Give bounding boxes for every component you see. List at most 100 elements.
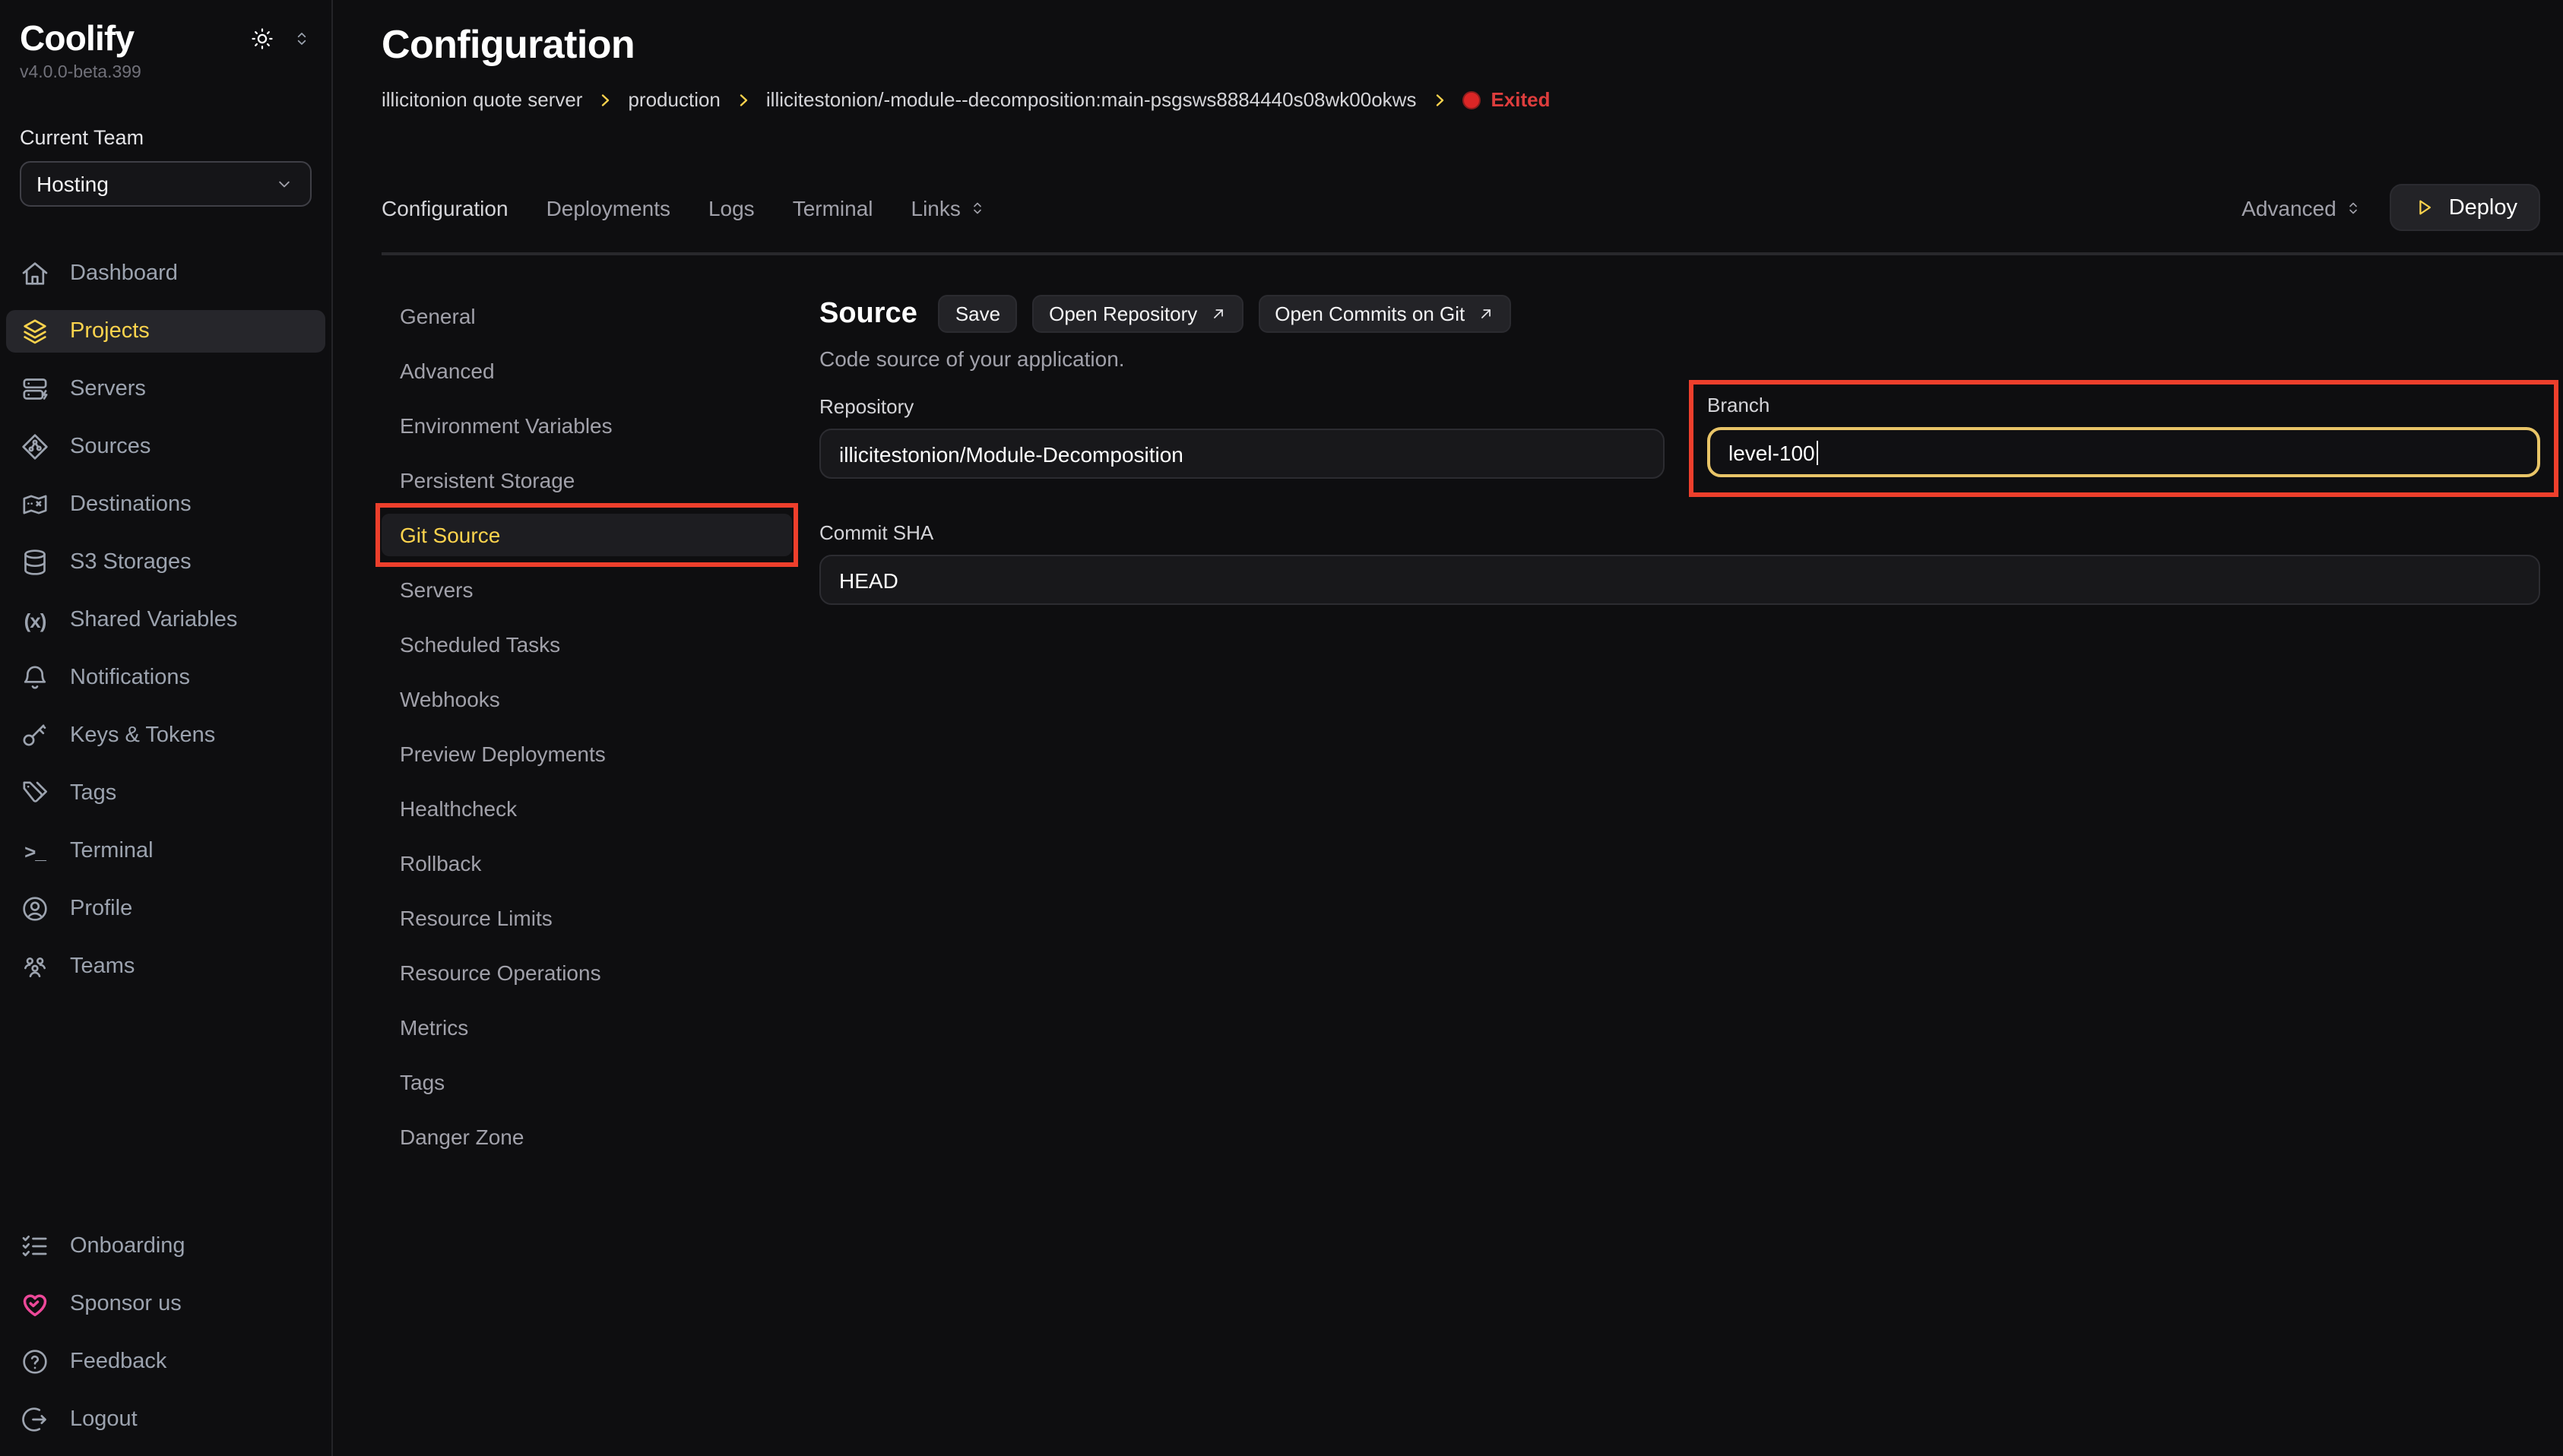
- subnav-item-tags[interactable]: Tags: [382, 1061, 792, 1103]
- team-select[interactable]: Hosting: [20, 161, 312, 207]
- branch-field: Branch level-100: [1707, 394, 2540, 477]
- sidebar-nav: Dashboard Projects Servers Sources Desti…: [0, 252, 331, 988]
- page-title: Configuration: [382, 21, 2540, 68]
- breadcrumb-item-environment[interactable]: production: [628, 88, 720, 111]
- subnav-item-resource-limits[interactable]: Resource Limits: [382, 897, 792, 939]
- subnav-item-metrics[interactable]: Metrics: [382, 1006, 792, 1049]
- tab-terminal[interactable]: Terminal: [793, 195, 873, 220]
- sidebar-item-shared-variables[interactable]: (x) Shared Variables: [6, 599, 325, 641]
- coolify-app: Coolify v4.0.0-beta.399 Current Team Hos…: [0, 0, 2563, 1456]
- tab-deployments[interactable]: Deployments: [546, 195, 670, 220]
- sidebar-footer-nav: Onboarding Sponsor us Feedback Logout: [0, 1225, 331, 1441]
- branch-input[interactable]: level-100: [1707, 427, 2540, 477]
- subnav-item-servers[interactable]: Servers: [382, 568, 792, 611]
- team-select-value: Hosting: [36, 172, 109, 196]
- teams-icon: [20, 951, 50, 982]
- sidebar-item-profile[interactable]: Profile: [6, 888, 325, 930]
- server-icon: [20, 374, 50, 404]
- sidebar-item-sources[interactable]: Sources: [6, 426, 325, 468]
- save-button[interactable]: Save: [939, 295, 1017, 333]
- breadcrumb-item-application[interactable]: illicitestonion/-module--decomposition:m…: [766, 88, 1417, 111]
- terminal-icon: >_: [20, 840, 50, 863]
- subnav-item-rollback[interactable]: Rollback: [382, 842, 792, 885]
- breadcrumb: illicitonion quote server production ill…: [382, 88, 2540, 111]
- play-icon: [2413, 196, 2435, 219]
- sidebar-item-sponsor-us[interactable]: Sponsor us: [6, 1283, 325, 1325]
- tab-links[interactable]: Links: [911, 195, 987, 220]
- subnav-item-resource-operations[interactable]: Resource Operations: [382, 951, 792, 994]
- chevron-right-icon: [1430, 90, 1448, 109]
- git-source-icon: [20, 432, 50, 462]
- tab-logs[interactable]: Logs: [708, 195, 755, 220]
- branch-label: Branch: [1707, 394, 2540, 416]
- chevron-right-icon: [596, 90, 614, 109]
- subnav-item-environment-variables[interactable]: Environment Variables: [382, 404, 792, 447]
- tabs-row: Configuration Deployments Logs Terminal …: [382, 184, 2540, 231]
- database-icon: [20, 547, 50, 578]
- open-repository-button[interactable]: Open Repository: [1032, 295, 1243, 333]
- branch-annotation-box: Branch level-100: [1689, 380, 2558, 497]
- status-badge: Exited: [1462, 88, 1550, 111]
- advanced-dropdown[interactable]: Advanced: [2241, 195, 2362, 220]
- sidebar-item-terminal[interactable]: >_ Terminal: [6, 830, 325, 872]
- sidebar-item-servers[interactable]: Servers: [6, 368, 325, 410]
- help-circle-icon: [20, 1347, 50, 1377]
- external-link-icon: [1477, 305, 1494, 322]
- chevron-updown-icon[interactable]: [292, 29, 312, 49]
- source-header: Source Save Open Repository Open Commits…: [819, 295, 2540, 333]
- sidebar-item-dashboard[interactable]: Dashboard: [6, 252, 325, 295]
- logout-icon: [20, 1404, 50, 1435]
- tag-icon: [20, 778, 50, 809]
- heart-icon: [20, 1289, 50, 1319]
- source-heading: Source: [819, 297, 917, 331]
- subnav-item-preview-deployments[interactable]: Preview Deployments: [382, 733, 792, 775]
- tab-configuration[interactable]: Configuration: [382, 195, 508, 220]
- commit-sha-field: Commit SHA HEAD: [819, 521, 2540, 605]
- layers-icon: [20, 316, 50, 347]
- repository-input[interactable]: illicitestonion/Module-Decomposition: [819, 429, 1665, 479]
- checklist-icon: [20, 1231, 50, 1261]
- sidebar-item-destinations[interactable]: Destinations: [6, 483, 325, 526]
- home-icon: [20, 258, 50, 289]
- sidebar-item-teams[interactable]: Teams: [6, 945, 325, 988]
- sidebar-item-logout[interactable]: Logout: [6, 1398, 325, 1441]
- config-subnav: General Advanced Environment Variables P…: [382, 295, 792, 1158]
- commit-sha-input[interactable]: HEAD: [819, 555, 2540, 605]
- sun-icon[interactable]: [249, 26, 275, 52]
- subnav-item-general[interactable]: General: [382, 295, 792, 337]
- sidebar-item-projects[interactable]: Projects: [6, 310, 325, 353]
- subnav-item-healthcheck[interactable]: Healthcheck: [382, 787, 792, 830]
- sidebar-item-s3-storages[interactable]: S3 Storages: [6, 541, 325, 584]
- deploy-button[interactable]: Deploy: [2390, 184, 2540, 231]
- bell-icon: [20, 663, 50, 693]
- sidebar-item-tags[interactable]: Tags: [6, 772, 325, 815]
- chevron-updown-icon: [968, 198, 987, 217]
- subnav-item-danger-zone[interactable]: Danger Zone: [382, 1116, 792, 1158]
- commit-sha-label: Commit SHA: [819, 521, 2540, 544]
- subnav-item-persistent-storage[interactable]: Persistent Storage: [382, 459, 792, 502]
- key-icon: [20, 720, 50, 751]
- source-description: Code source of your application.: [819, 347, 2540, 371]
- chevron-right-icon: [734, 90, 752, 109]
- toolbar-right: Advanced Deploy: [2241, 184, 2540, 231]
- sidebar-item-notifications[interactable]: Notifications: [6, 657, 325, 699]
- open-commits-button[interactable]: Open Commits on Git: [1258, 295, 1510, 333]
- subnav-item-git-source[interactable]: Git Source: [382, 514, 792, 556]
- subnav-item-scheduled-tasks[interactable]: Scheduled Tasks: [382, 623, 792, 666]
- sidebar-item-keys-tokens[interactable]: Keys & Tokens: [6, 714, 325, 757]
- breadcrumb-item-project[interactable]: illicitonion quote server: [382, 88, 582, 111]
- sidebar-item-onboarding[interactable]: Onboarding: [6, 1225, 325, 1268]
- repository-field: Repository illicitestonion/Module-Decomp…: [819, 395, 1665, 479]
- status-text: Exited: [1491, 88, 1550, 111]
- sidebar-item-feedback[interactable]: Feedback: [6, 1340, 325, 1383]
- coolify-logo: Coolify: [20, 18, 134, 59]
- repo-branch-row: Repository illicitestonion/Module-Decomp…: [819, 395, 2540, 497]
- external-link-icon: [1209, 305, 1226, 322]
- subnav-item-advanced[interactable]: Advanced: [382, 350, 792, 392]
- sidebar: Coolify v4.0.0-beta.399 Current Team Hos…: [0, 0, 333, 1456]
- variables-icon: (x): [20, 609, 50, 631]
- version-text: v4.0.0-beta.399: [0, 64, 331, 82]
- subnav-item-webhooks[interactable]: Webhooks: [382, 678, 792, 720]
- chevron-updown-icon: [2344, 198, 2362, 217]
- status-dot: [1462, 90, 1480, 109]
